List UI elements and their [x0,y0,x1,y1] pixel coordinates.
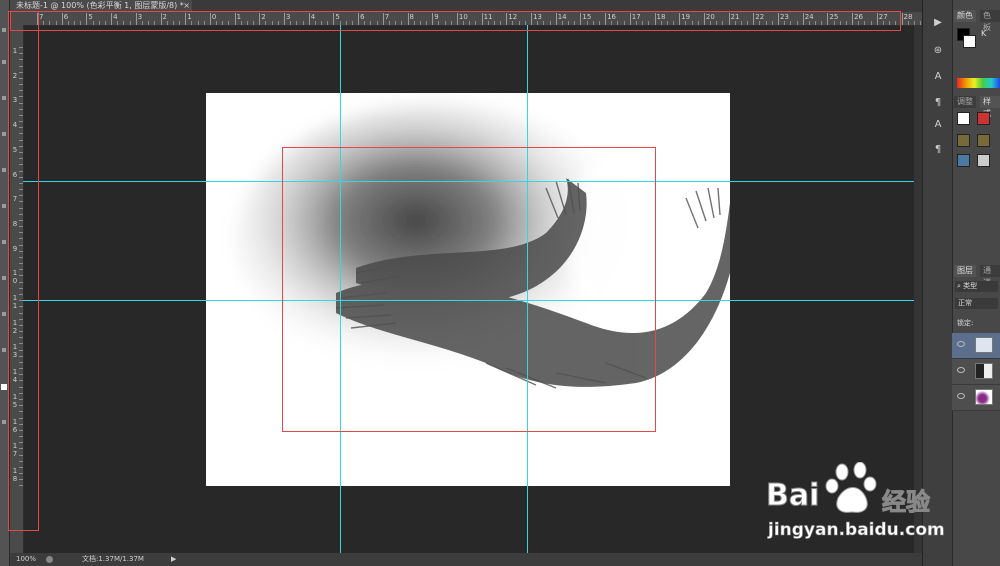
paragraph-icon[interactable]: ¶ [930,143,946,157]
zoom-level[interactable]: 100% [16,553,36,566]
layer-thumbnail [975,363,993,379]
tool-icon[interactable] [2,96,6,100]
tab-swatches[interactable]: 色板 [980,10,1000,32]
tab-styles[interactable]: 样式 [980,96,1000,118]
history-icon[interactable]: ⊛ [930,44,946,58]
tool-icon[interactable] [2,240,6,244]
play-icon[interactable]: ▶ [930,16,946,30]
layer-filter-value: 类型 [963,282,978,290]
visibility-eye-icon[interactable] [957,341,965,347]
tab-color[interactable]: 颜色 [954,10,976,22]
document-size-info: 文档:1.37M/1.37M [82,555,144,563]
tab-layers[interactable]: 图层 [954,265,976,277]
adjustment-layer-icon [975,337,993,353]
tool-icon[interactable] [2,276,6,280]
style-swatch-none[interactable] [957,112,970,125]
tool-icon[interactable] [2,28,6,32]
tab-adjustments[interactable]: 调整 [954,96,976,108]
visibility-eye-icon[interactable] [957,367,965,373]
character-styles-icon[interactable]: A [930,118,946,132]
tool-icon[interactable] [2,168,6,172]
tool-icon[interactable] [2,348,6,352]
blend-mode-select[interactable]: 正常 [955,298,998,309]
tool-icon[interactable] [2,132,6,136]
paragraph-styles-icon[interactable]: ¶ [930,96,946,110]
style-swatch[interactable] [957,154,970,167]
style-swatch[interactable] [977,112,990,125]
status-bar: 100% 文档:1.37M/1.37M ▶ [10,553,922,566]
watermark-url: jingyan.baidu.com [768,520,945,541]
character-icon[interactable]: A [930,70,946,84]
color-spectrum[interactable] [957,78,1000,88]
k-channel-label: K [981,29,987,38]
tool-icon[interactable] [2,420,6,424]
style-swatch[interactable] [977,154,990,167]
ruler-major-tick [901,13,903,25]
watermark-brand: Bai [765,478,820,514]
layer-thumbnail [975,389,993,405]
tool-icon[interactable] [2,312,6,316]
tool-icon[interactable] [2,204,6,208]
ruler-highlight-box [8,11,39,531]
foreground-color-swatch[interactable] [1,384,7,390]
selection-highlight-box [282,147,656,432]
status-menu-icon[interactable] [46,556,53,563]
layer-filter-select[interactable]: ⌕ 类型 [955,281,998,292]
watermark-brand-suffix: 经验 [882,488,931,517]
tool-icon[interactable] [2,60,6,64]
document-tab-title: 未标题-1 @ 100% (色彩平衡 1, 图层蒙版/8) * [16,1,184,10]
layer-row-color-balance[interactable] [952,333,1000,359]
status-expand-icon[interactable]: ▶ [171,553,176,566]
blend-mode-value: 正常 [958,299,972,307]
background-color[interactable] [963,35,976,48]
visibility-eye-icon[interactable] [957,393,965,399]
layer-row[interactable] [952,385,1000,411]
ruler-label: 28 [903,13,913,21]
layer-row[interactable] [952,359,1000,385]
ruler-highlight-box [10,11,901,31]
style-swatch[interactable] [957,134,970,147]
baidu-jingyan-watermark: Bai 经验 jingyan.baidu.com [765,461,946,546]
tab-channels[interactable]: 通道 [980,265,1000,287]
style-swatch[interactable] [977,134,990,147]
lock-label: 锁定: [957,319,974,327]
ruler-minor-tick [907,21,909,25]
